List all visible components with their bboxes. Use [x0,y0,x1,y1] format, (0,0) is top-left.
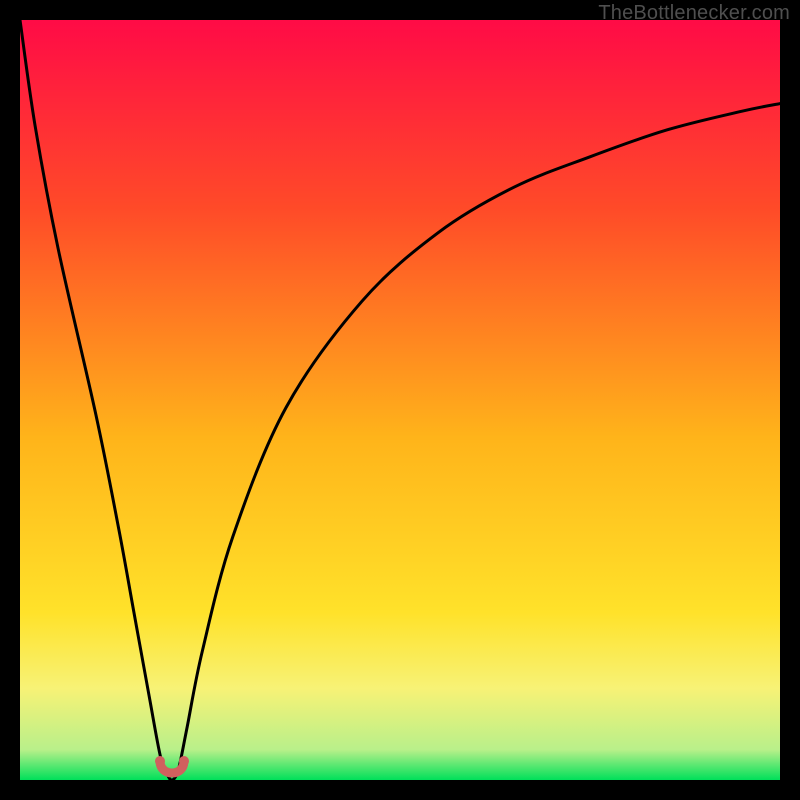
bottleneck-curve [20,20,780,780]
plot-area [20,20,780,780]
chart-frame: TheBottlenecker.com [0,0,800,800]
